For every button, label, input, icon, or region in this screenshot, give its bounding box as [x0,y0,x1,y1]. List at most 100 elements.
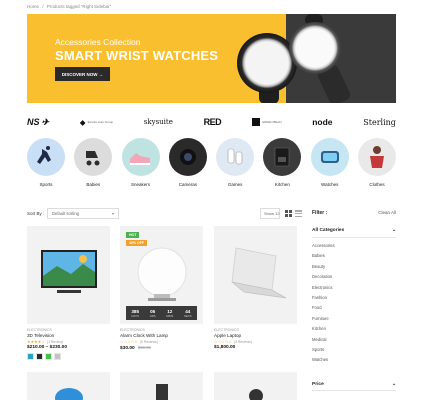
product-image[interactable] [214,226,297,324]
countdown-unit: MINS [166,313,174,318]
category-label: Kitchen [274,182,290,187]
grid-view-icon[interactable] [285,210,292,217]
product-category: Electronics [214,328,239,332]
chevron-down-icon: ⌄ [391,382,396,387]
brand-logo-red[interactable]: RED [204,117,222,127]
breadcrumb-home[interactable]: Home [27,4,39,9]
product-name[interactable]: Alarm Clock With Lamp [120,333,203,338]
category-label: Clothes [369,182,385,187]
show-count-value: Show 12 [264,211,280,216]
cameras-image [168,138,207,176]
section-title: All Categories [312,228,345,233]
category-filter-list: Accessories Babies Beauty Decoration Ele… [312,241,396,366]
gamepad-icon [227,148,243,165]
product-card[interactable] [120,372,203,400]
ns-logo-icon: ✈ [41,116,50,127]
sort-select[interactable]: Default sorting ▾ [47,208,119,219]
filter-item[interactable]: Accessories [312,241,396,251]
swatch-black[interactable] [36,353,43,360]
filter-item[interactable]: Babies [312,251,396,261]
product-card[interactable] [214,372,297,400]
person-icon [369,146,384,168]
greenbean-logo-icon [251,118,260,126]
product-rating: ☆☆☆☆☆ (0 Reviews) [214,339,297,344]
brand-logo-skysuite[interactable]: skysuite [144,118,173,126]
all-categories-toggle[interactable]: All Categories ⌄ [312,228,396,233]
filter-item[interactable]: Sports [312,345,396,355]
category-kitchen[interactable]: Kitchen [263,138,302,190]
product-image[interactable]: HOT 40% OFF 385 DAYS 05 HRS 12 MINS 44 SECS [120,226,203,324]
kitchen-image [263,138,302,176]
filter-item[interactable]: Electronics [312,283,396,293]
category-clothes[interactable]: Clothes [357,138,396,190]
product-price: $210.00 – $230.00 [27,345,68,350]
breadcrumb-current: Products tagged “Right Sidebar” [46,4,112,9]
games-image [216,138,255,176]
product-card[interactable]: HOT 40% OFF 385 DAYS 05 HRS 12 MINS 44 SECS … [120,226,203,351]
product-image[interactable] [214,372,297,400]
product-price: $30.00 $50.00 [120,345,203,351]
product-price: $1,800.00 [214,345,236,350]
brand-logo-node[interactable]: node [312,117,332,127]
sort-select-value: Default sorting [52,211,79,216]
filter-item[interactable]: Beauty [312,262,396,272]
divider [312,390,396,391]
product-card[interactable]: Electronics 3D Television ★★★★☆ (1 Revie… [27,226,110,360]
sneaker-icon [129,153,150,165]
product-rating: ☆☆☆☆☆ (0 Reviews) [120,339,203,344]
category-label: Sports [39,182,53,187]
product-card[interactable] [27,372,110,400]
product-category: Electronics [27,328,52,332]
category-cameras[interactable]: Cameras [168,138,207,190]
watches-image [310,138,349,176]
clean-all-link[interactable]: Clean All [378,210,396,216]
brand-logo-sterling[interactable]: Sterling [363,118,396,127]
brand-logo-greenbean[interactable]: GREEN BEAN [251,118,282,126]
category-label: Watches [321,182,339,187]
filter-item[interactable]: Medical [312,335,396,345]
category-label: Babies [86,182,101,187]
swatch-blue[interactable] [27,353,34,360]
product-image[interactable] [120,372,203,400]
product-thumb-icon [55,388,83,400]
brand-strip: NS ✈ ◆ Empire Auto Group skysuite RED GREE… [27,114,396,130]
category-babies[interactable]: Babies [74,138,113,190]
banner-subtitle: Accessories Collection [55,37,141,47]
brand-logo-empire[interactable]: ◆ Empire Auto Group [80,118,113,127]
television-icon [41,250,97,293]
discover-now-button[interactable]: DISCOVER NOW → [55,67,110,81]
category-carousel: Sports Babies Sneakers Cameras Games Kit… [27,138,396,190]
breadcrumb: Home / Products tagged “Right Sidebar” [27,4,111,9]
filter-item[interactable]: Decoration [312,272,396,282]
coffee-machine-icon [275,147,290,167]
product-card[interactable]: Electronics Apple Laptop ☆☆☆☆☆ (0 Review… [214,226,297,350]
camera-lens-icon [179,149,196,165]
filter-item[interactable]: Watches [312,355,396,365]
category-sneakers[interactable]: Sneakers [121,138,160,190]
price-filter-toggle[interactable]: Price ⌄ [312,382,396,387]
category-watches[interactable]: Watches [310,138,349,190]
old-price: $50.00 [138,345,151,350]
filter-title: Filter : [312,210,328,216]
athlete-icon [37,146,51,164]
brand-logo-ns[interactable]: NS ✈ [27,117,49,128]
product-name[interactable]: Apple Laptop [214,333,297,338]
countdown-unit: HRS [149,313,156,318]
product-image[interactable] [27,226,110,324]
list-view-icon[interactable] [295,210,302,217]
category-games[interactable]: Games [216,138,255,190]
chevron-down-icon: ⌄ [391,228,396,233]
filter-item[interactable]: Food [312,303,396,313]
product-image[interactable] [27,372,110,400]
stroller-icon [86,151,100,166]
swatch-green[interactable] [45,353,52,360]
product-name[interactable]: 3D Television [27,333,110,338]
star-icon: ☆☆☆☆☆ [120,339,138,344]
filter-item[interactable]: Kitchen [312,324,396,334]
filter-item[interactable]: Fashion [312,293,396,303]
show-count-select[interactable]: Show 12 [260,208,280,219]
swatch-gray[interactable] [54,353,61,360]
product-thumb-icon [249,389,263,400]
filter-item[interactable]: Furniture [312,314,396,324]
category-sports[interactable]: Sports [27,138,65,190]
